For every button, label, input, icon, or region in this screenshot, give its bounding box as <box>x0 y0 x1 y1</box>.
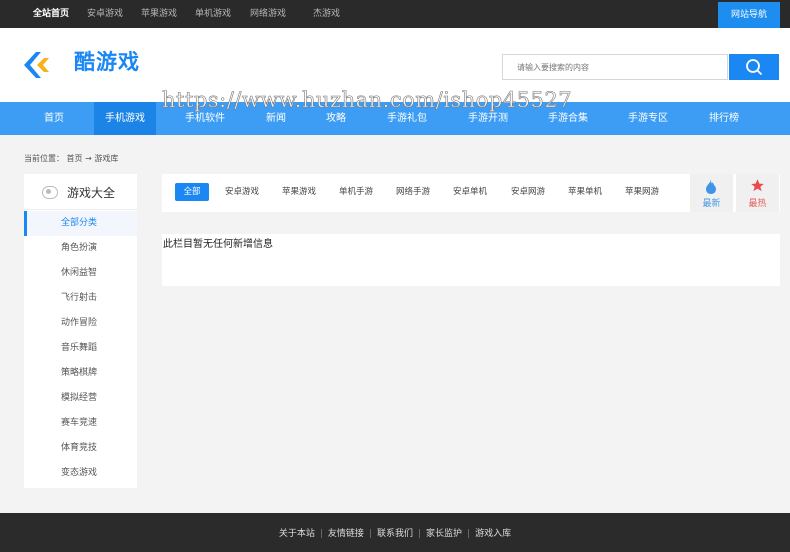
sort-hottest-button[interactable]: 最热 <box>736 174 779 212</box>
game-list-panel: 此栏目暂无任何新增信息 <box>162 234 780 286</box>
sort-newest-button[interactable]: 最新 <box>690 174 733 212</box>
filter-android-games[interactable]: 安卓游戏 <box>219 183 265 201</box>
filter-single-mobile[interactable]: 单机手游 <box>333 183 379 201</box>
footer-separator: | <box>418 529 422 539</box>
sidebar-header: 游戏大全 <box>24 174 137 210</box>
logo-text[interactable]: 酷游戏 <box>74 46 140 76</box>
flame-icon <box>706 179 716 194</box>
logo-icon[interactable] <box>22 50 50 80</box>
search-button[interactable] <box>729 54 779 80</box>
topbar-link-online-games[interactable]: 网络游戏 <box>250 0 286 28</box>
footer-link-parental[interactable]: 家长监护 <box>426 529 462 539</box>
sidebar-item-shooting[interactable]: 飞行射击 <box>24 286 137 311</box>
footer-separator: | <box>467 529 471 539</box>
breadcrumb-label: 当前位置： <box>24 154 64 163</box>
filter-bar: 全部 安卓游戏 苹果游戏 单机手游 网络手游 安卓单机 安卓网游 苹果单机 苹果… <box>162 174 780 212</box>
footer-link-contact[interactable]: 联系我们 <box>377 529 413 539</box>
footer-separator: | <box>319 529 323 539</box>
filter-android-single[interactable]: 安卓单机 <box>447 183 493 201</box>
sort-newest-label: 最新 <box>702 199 721 209</box>
sidebar-item-simulation[interactable]: 模拟经营 <box>24 386 137 411</box>
breadcrumb: 当前位置： 首页 → 游戏库 <box>24 153 118 164</box>
breadcrumb-path[interactable]: 首页 → 游戏库 <box>67 154 119 163</box>
footer-links: 关于本站 | 友情链接 | 联系我们 | 家长监护 | 游戏入库 <box>0 526 790 539</box>
filter-apple-single[interactable]: 苹果单机 <box>562 183 608 201</box>
search-icon <box>746 59 763 76</box>
gamepad-icon <box>42 186 58 199</box>
topbar-link-bt-games[interactable]: 杰游戏 <box>313 0 340 28</box>
sidebar-item-sports[interactable]: 体育竞技 <box>24 436 137 461</box>
sort-hottest-label: 最热 <box>748 199 767 209</box>
nav-item-rankings[interactable]: 排行榜 <box>694 102 754 135</box>
category-sidebar: 游戏大全 全部分类 角色扮演 休闲益智 飞行射击 动作冒险 音乐舞蹈 策略棋牌 … <box>24 174 137 488</box>
topbar-link-android-games[interactable]: 安卓游戏 <box>87 0 123 28</box>
topbar-link-apple-games[interactable]: 苹果游戏 <box>141 0 177 28</box>
top-bar: 全站首页 安卓游戏 苹果游戏 单机游戏 网络游戏 杰游戏 网站导航 <box>0 0 790 28</box>
filter-apple-online[interactable]: 苹果网游 <box>619 183 665 201</box>
nav-item-home[interactable]: 首页 <box>24 102 84 135</box>
star-icon <box>751 179 764 192</box>
footer-separator: | <box>368 529 372 539</box>
filter-apple-games[interactable]: 苹果游戏 <box>276 183 322 201</box>
site-footer: 关于本站 | 友情链接 | 联系我们 | 家长监护 | 游戏入库 <box>0 513 790 552</box>
site-nav-button[interactable]: 网站导航 <box>718 2 780 28</box>
watermark-text: https://www.huzhan.com/ishop45527 <box>162 88 573 113</box>
footer-link-game-submit[interactable]: 游戏入库 <box>475 529 511 539</box>
sidebar-item-strategy[interactable]: 策略棋牌 <box>24 361 137 386</box>
sidebar-item-all[interactable]: 全部分类 <box>24 211 137 236</box>
search-input[interactable] <box>502 54 728 80</box>
empty-message: 此栏目暂无任何新增信息 <box>163 239 273 250</box>
sidebar-item-bt[interactable]: 变态游戏 <box>24 461 137 486</box>
topbar-link-single-games[interactable]: 单机游戏 <box>195 0 231 28</box>
footer-link-about[interactable]: 关于本站 <box>279 529 315 539</box>
filter-online-mobile[interactable]: 网络手游 <box>390 183 436 201</box>
sidebar-title: 游戏大全 <box>67 186 116 200</box>
topbar-link-home[interactable]: 全站首页 <box>33 0 69 28</box>
filter-android-online[interactable]: 安卓网游 <box>505 183 551 201</box>
sidebar-item-rpg[interactable]: 角色扮演 <box>24 236 137 261</box>
nav-item-mobile-games[interactable]: 手机游戏 <box>94 102 156 135</box>
filter-all[interactable]: 全部 <box>175 183 209 201</box>
sidebar-item-racing[interactable]: 赛车竞速 <box>24 411 137 436</box>
sidebar-item-action[interactable]: 动作冒险 <box>24 311 137 336</box>
footer-link-friend-links[interactable]: 友情链接 <box>328 529 364 539</box>
sidebar-item-music[interactable]: 音乐舞蹈 <box>24 336 137 361</box>
sidebar-item-casual[interactable]: 休闲益智 <box>24 261 137 286</box>
nav-item-zones[interactable]: 手游专区 <box>618 102 678 135</box>
